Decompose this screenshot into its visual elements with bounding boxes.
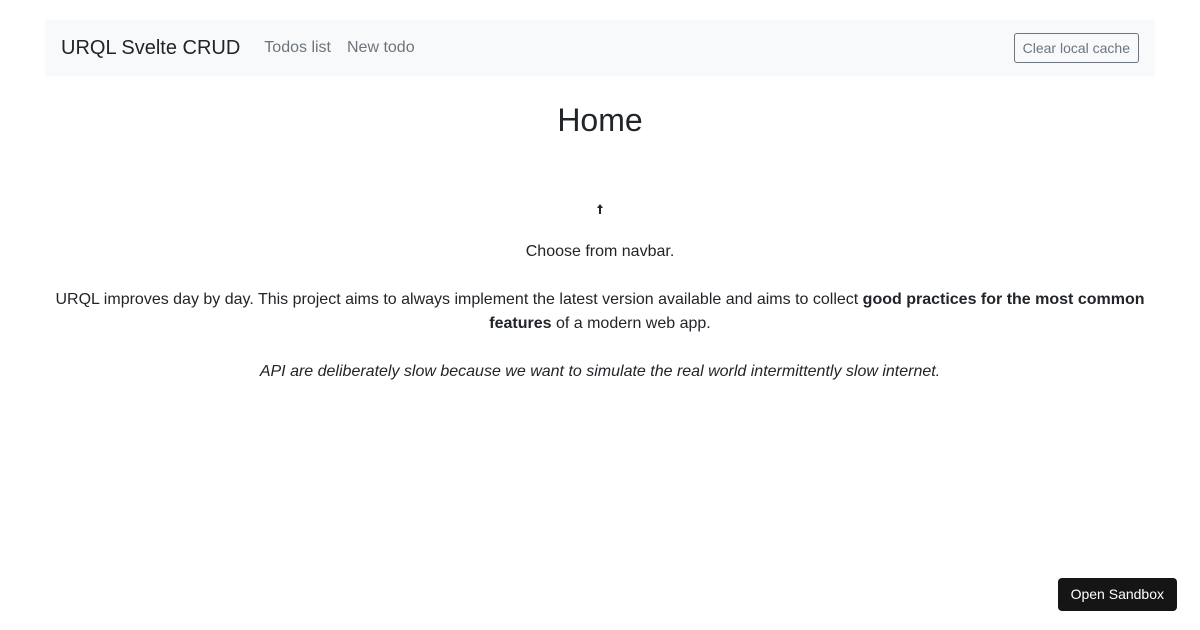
clear-local-cache-button[interactable]: Clear local cache: [1013, 33, 1139, 63]
intro-paragraph: URQL improves day by day. This project a…: [45, 288, 1155, 336]
intro-text-start: URQL improves day by day. This project a…: [55, 291, 863, 308]
up-arrow-icon: [597, 204, 603, 214]
nav-links: Todos list New todo: [264, 39, 430, 57]
nav-link-todos-list[interactable]: Todos list: [264, 39, 331, 57]
brand-link[interactable]: URQL Svelte CRUD: [61, 37, 240, 60]
page: URQL Svelte CRUD Todos list New todo Cle…: [0, 0, 1200, 630]
main-content: Home Choose from navbar. URQL improves d…: [45, 76, 1155, 384]
slow-api-note: API are deliberately slow because we wan…: [259, 363, 941, 380]
open-sandbox-button[interactable]: Open Sandbox: [1057, 578, 1177, 611]
intro-text-end: of a modern web app.: [551, 315, 711, 332]
nav-link-new-todo[interactable]: New todo: [347, 39, 415, 57]
navbar: URQL Svelte CRUD Todos list New todo Cle…: [45, 20, 1155, 76]
page-title: Home: [557, 102, 643, 138]
choose-from-navbar-text: Choose from navbar.: [525, 243, 675, 260]
